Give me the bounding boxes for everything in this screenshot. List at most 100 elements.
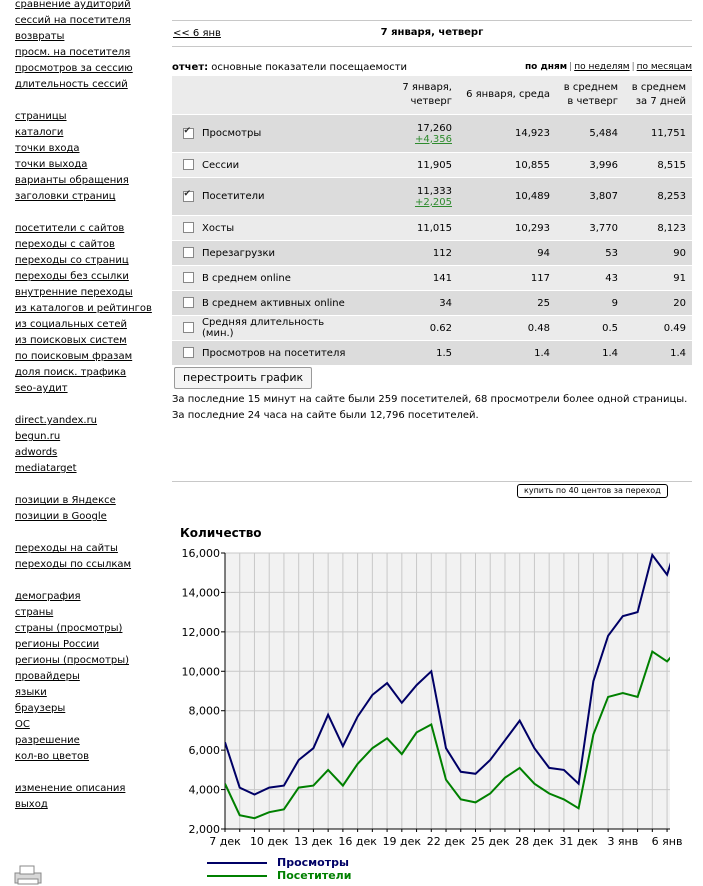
y-tick-label: 8,000 [189, 705, 221, 718]
sidebar-link[interactable]: длительность сессий [15, 77, 165, 93]
cell-avg-7days: 8,123 [624, 215, 692, 241]
rebuild-chart-button[interactable]: перестроить график [174, 367, 313, 389]
report-title: отчет: основные показатели посещаемости [172, 62, 407, 73]
cell-today: 0.62 [360, 315, 458, 341]
cell-today: 112 [360, 240, 458, 266]
row-checkbox[interactable] [182, 272, 194, 284]
value-today: 11,905 [417, 159, 452, 171]
sidebar-link[interactable]: переходы со страниц [15, 253, 165, 269]
delta-link[interactable]: +4,356 [360, 134, 452, 145]
x-tick-label: 10 дек [250, 835, 289, 848]
sidebar-link[interactable]: просм. на посетителя [15, 45, 165, 61]
cell-avg-7days: 1.4 [624, 340, 692, 366]
sidebar-link[interactable]: переходы на сайты [15, 541, 165, 557]
table-row: В среднем активных online 34 25 9 20 [172, 290, 692, 316]
sidebar-link[interactable]: регионы (просмотры) [15, 653, 165, 669]
sidebar-link[interactable]: страницы [15, 109, 165, 125]
cell-avg-thursday: 3,807 [556, 177, 624, 216]
table-row: Просмотры17,260+4,35614,9235,48411,751 [172, 114, 692, 153]
row-checkbox[interactable] [182, 159, 194, 171]
sidebar-link[interactable]: страны (просмотры) [15, 621, 165, 637]
row-name: В среднем online [198, 265, 360, 291]
sidebar-link[interactable]: переходы с сайтов [15, 237, 165, 253]
value-today: 34 [439, 297, 452, 309]
table-row: Просмотров на посетителя 1.5 1.4 1.4 1.4 [172, 340, 692, 366]
cell-today: 141 [360, 265, 458, 291]
sidebar-link[interactable]: переходы без ссылки [15, 269, 165, 285]
printer-icon[interactable] [12, 864, 44, 886]
period-days[interactable]: по дням [525, 62, 567, 72]
sidebar-group: позиции в Яндексе позиции в Google [15, 493, 165, 525]
sidebar-link[interactable]: доля поиск. трафика [15, 365, 165, 381]
sidebar: сравнение аудиторий сессий на посетителя в… [15, 0, 165, 829]
sidebar-link[interactable]: позиции в Google [15, 509, 165, 525]
sidebar-link[interactable]: переходы по ссылкам [15, 557, 165, 573]
row-checkbox-cell [172, 114, 198, 153]
report-name: основные показатели посещаемости [211, 62, 408, 73]
sidebar-link[interactable]: каталоги [15, 125, 165, 141]
cell-avg-7days: 0.49 [624, 315, 692, 341]
sidebar-link[interactable]: begun.ru [15, 429, 165, 445]
sidebar-link[interactable]: регионы России [15, 637, 165, 653]
plot-area [225, 553, 670, 829]
sidebar-link[interactable]: seo-аудит [15, 381, 165, 397]
sidebar-link[interactable]: mediatarget [15, 461, 165, 477]
info-last-24h: За последние 24 часа на сайте были 12,79… [172, 410, 479, 421]
row-checkbox[interactable] [182, 322, 194, 334]
sidebar-link[interactable]: из социальных сетей [15, 317, 165, 333]
sidebar-link[interactable]: сессий на посетителя [15, 13, 165, 29]
row-checkbox[interactable] [182, 189, 194, 202]
col-header-avg-thursday: в среднем в четверг [556, 76, 624, 115]
sidebar-link[interactable]: точки входа [15, 141, 165, 157]
sidebar-link[interactable]: из поисковых систем [15, 333, 165, 349]
cell-today: 17,260 +4,356 [360, 114, 458, 153]
sidebar-link[interactable]: варианты обращения [15, 173, 165, 189]
delta-link[interactable]: +2,205 [360, 197, 452, 208]
table-row: Перезагрузки 112 94 53 90 [172, 240, 692, 266]
cell-yesterday: 1.4 [458, 340, 556, 366]
value-today: 141 [432, 272, 452, 284]
legend-item-views: Просмотры [207, 856, 351, 869]
col-header-avg-7days: в среднем за 7 дней [624, 76, 692, 115]
cell-yesterday: 94 [458, 240, 556, 266]
sidebar-link[interactable]: возвраты [15, 29, 165, 45]
sidebar-link[interactable]: посетители с сайтов [15, 221, 165, 237]
row-checkbox[interactable] [182, 222, 194, 234]
current-date-title: 7 января, четверг [380, 27, 484, 38]
y-tick-label: 12,000 [182, 626, 221, 639]
sidebar-link[interactable]: точки выхода [15, 157, 165, 173]
y-tick-label: 14,000 [182, 586, 221, 599]
sidebar-link[interactable]: выход [15, 797, 165, 813]
cell-yesterday: 10,293 [458, 215, 556, 241]
sidebar-link[interactable]: по поисковым фразам [15, 349, 165, 365]
sidebar-link[interactable]: языки [15, 685, 165, 701]
sidebar-link[interactable]: из каталогов и рейтингов [15, 301, 165, 317]
sidebar-link[interactable]: страны [15, 605, 165, 621]
period-months-link[interactable]: по месяцам [637, 62, 692, 72]
period-weeks-link[interactable]: по неделям [574, 62, 629, 72]
sidebar-link[interactable]: ОС [15, 717, 165, 733]
sidebar-link[interactable]: adwords [15, 445, 165, 461]
row-checkbox[interactable] [182, 347, 194, 359]
row-checkbox[interactable] [182, 247, 194, 259]
chart-title: Количество [180, 526, 262, 540]
y-tick-label: 16,000 [182, 547, 221, 560]
sidebar-link[interactable]: браузеры [15, 701, 165, 717]
sidebar-link[interactable]: разрешение [15, 733, 165, 749]
sidebar-link[interactable]: сравнение аудиторий [15, 0, 165, 13]
header-divider [172, 46, 692, 47]
x-tick-label: 28 дек [515, 835, 554, 848]
ad-button[interactable]: купить по 40 центов за переход [517, 484, 668, 498]
sidebar-link[interactable]: кол-во цветов [15, 749, 165, 765]
sidebar-link[interactable]: провайдеры [15, 669, 165, 685]
row-checkbox[interactable] [182, 126, 194, 139]
sidebar-link[interactable]: изменение описания [15, 781, 165, 797]
sidebar-link[interactable]: direct.yandex.ru [15, 413, 165, 429]
row-checkbox[interactable] [182, 297, 194, 309]
sidebar-link[interactable]: демография [15, 589, 165, 605]
sidebar-link[interactable]: заголовки страниц [15, 189, 165, 205]
cell-yesterday: 117 [458, 265, 556, 291]
sidebar-link[interactable]: просмотров за сессию [15, 61, 165, 77]
sidebar-link[interactable]: позиции в Яндексе [15, 493, 165, 509]
sidebar-link[interactable]: внутренние переходы [15, 285, 165, 301]
